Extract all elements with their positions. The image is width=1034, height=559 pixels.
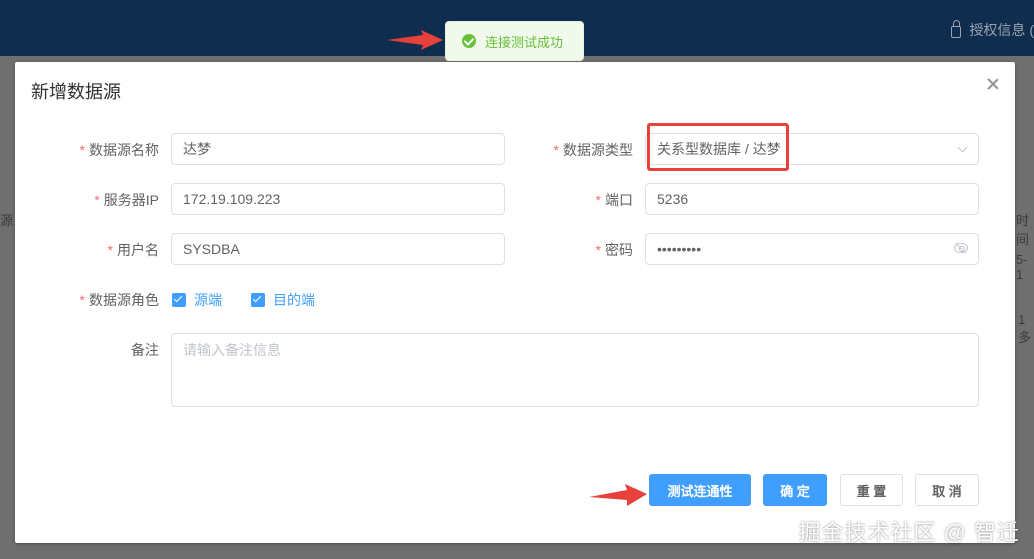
eye-off-icon[interactable] — [954, 243, 968, 253]
bg-fragment: 时间 — [1016, 213, 1030, 247]
license-info-link[interactable]: 授权信息 ( — [951, 20, 1034, 40]
checkbox-checked-icon — [172, 293, 186, 307]
reset-button[interactable]: 重 置 — [840, 474, 903, 506]
confirm-button[interactable]: 确 定 — [763, 474, 827, 506]
lock-icon — [951, 20, 962, 38]
bg-fragment: 源 — [0, 213, 14, 228]
datasource-role-label: * 数据源角色 — [79, 292, 159, 308]
port-label: * 端口 — [595, 192, 633, 208]
password-input[interactable]: ••••••••• — [645, 233, 979, 265]
role-source-label: 源端 — [194, 292, 222, 308]
close-icon[interactable] — [985, 76, 1001, 92]
role-source-checkbox[interactable]: 源端 — [172, 290, 222, 310]
username-input[interactable] — [171, 233, 505, 265]
datasource-type-value: 关系型数据库 / 达梦 — [657, 141, 781, 157]
password-label: * 密码 — [595, 242, 633, 258]
watermark: 掘金技术社区 @ 智迁 — [798, 520, 1020, 545]
bg-fragment: 1 多 — [1018, 312, 1032, 345]
port-input[interactable] — [645, 183, 979, 215]
server-ip-input[interactable] — [171, 183, 505, 215]
datasource-name-input[interactable] — [171, 133, 505, 165]
toast-message: 连接测试成功 — [485, 34, 564, 50]
checkbox-checked-icon — [251, 293, 265, 307]
cancel-button[interactable]: 取 消 — [915, 474, 979, 506]
success-toast: 连接测试成功 — [445, 21, 584, 61]
server-ip-label: * 服务器IP — [94, 192, 159, 208]
success-check-icon — [462, 34, 476, 48]
datasource-type-select[interactable]: 关系型数据库 / 达梦 — [645, 133, 979, 165]
datasource-name-label: * 数据源名称 — [79, 142, 159, 158]
license-info-label: 授权信息 ( — [969, 22, 1034, 38]
new-datasource-dialog: 新增数据源 *数据源名称 *数据源类型 关系型数据库 / 达梦 *服务器IP *… — [15, 62, 1015, 543]
role-target-label: 目的端 — [273, 292, 315, 308]
annotation-arrow-icon — [589, 484, 647, 506]
bg-fragment: 5-1 — [1016, 252, 1028, 282]
username-label: * 用户名 — [107, 242, 159, 258]
remark-textarea[interactable] — [171, 333, 979, 407]
role-target-checkbox[interactable]: 目的端 — [251, 290, 315, 310]
password-value: ••••••••• — [657, 241, 702, 257]
dialog-title: 新增数据源 — [31, 82, 121, 102]
chevron-down-icon — [957, 142, 968, 153]
test-connection-button[interactable]: 测试连通性 — [649, 474, 751, 506]
datasource-type-label: * 数据源类型 — [553, 142, 633, 158]
annotation-arrow-icon — [387, 30, 443, 50]
remark-label: 备注 — [131, 342, 159, 358]
